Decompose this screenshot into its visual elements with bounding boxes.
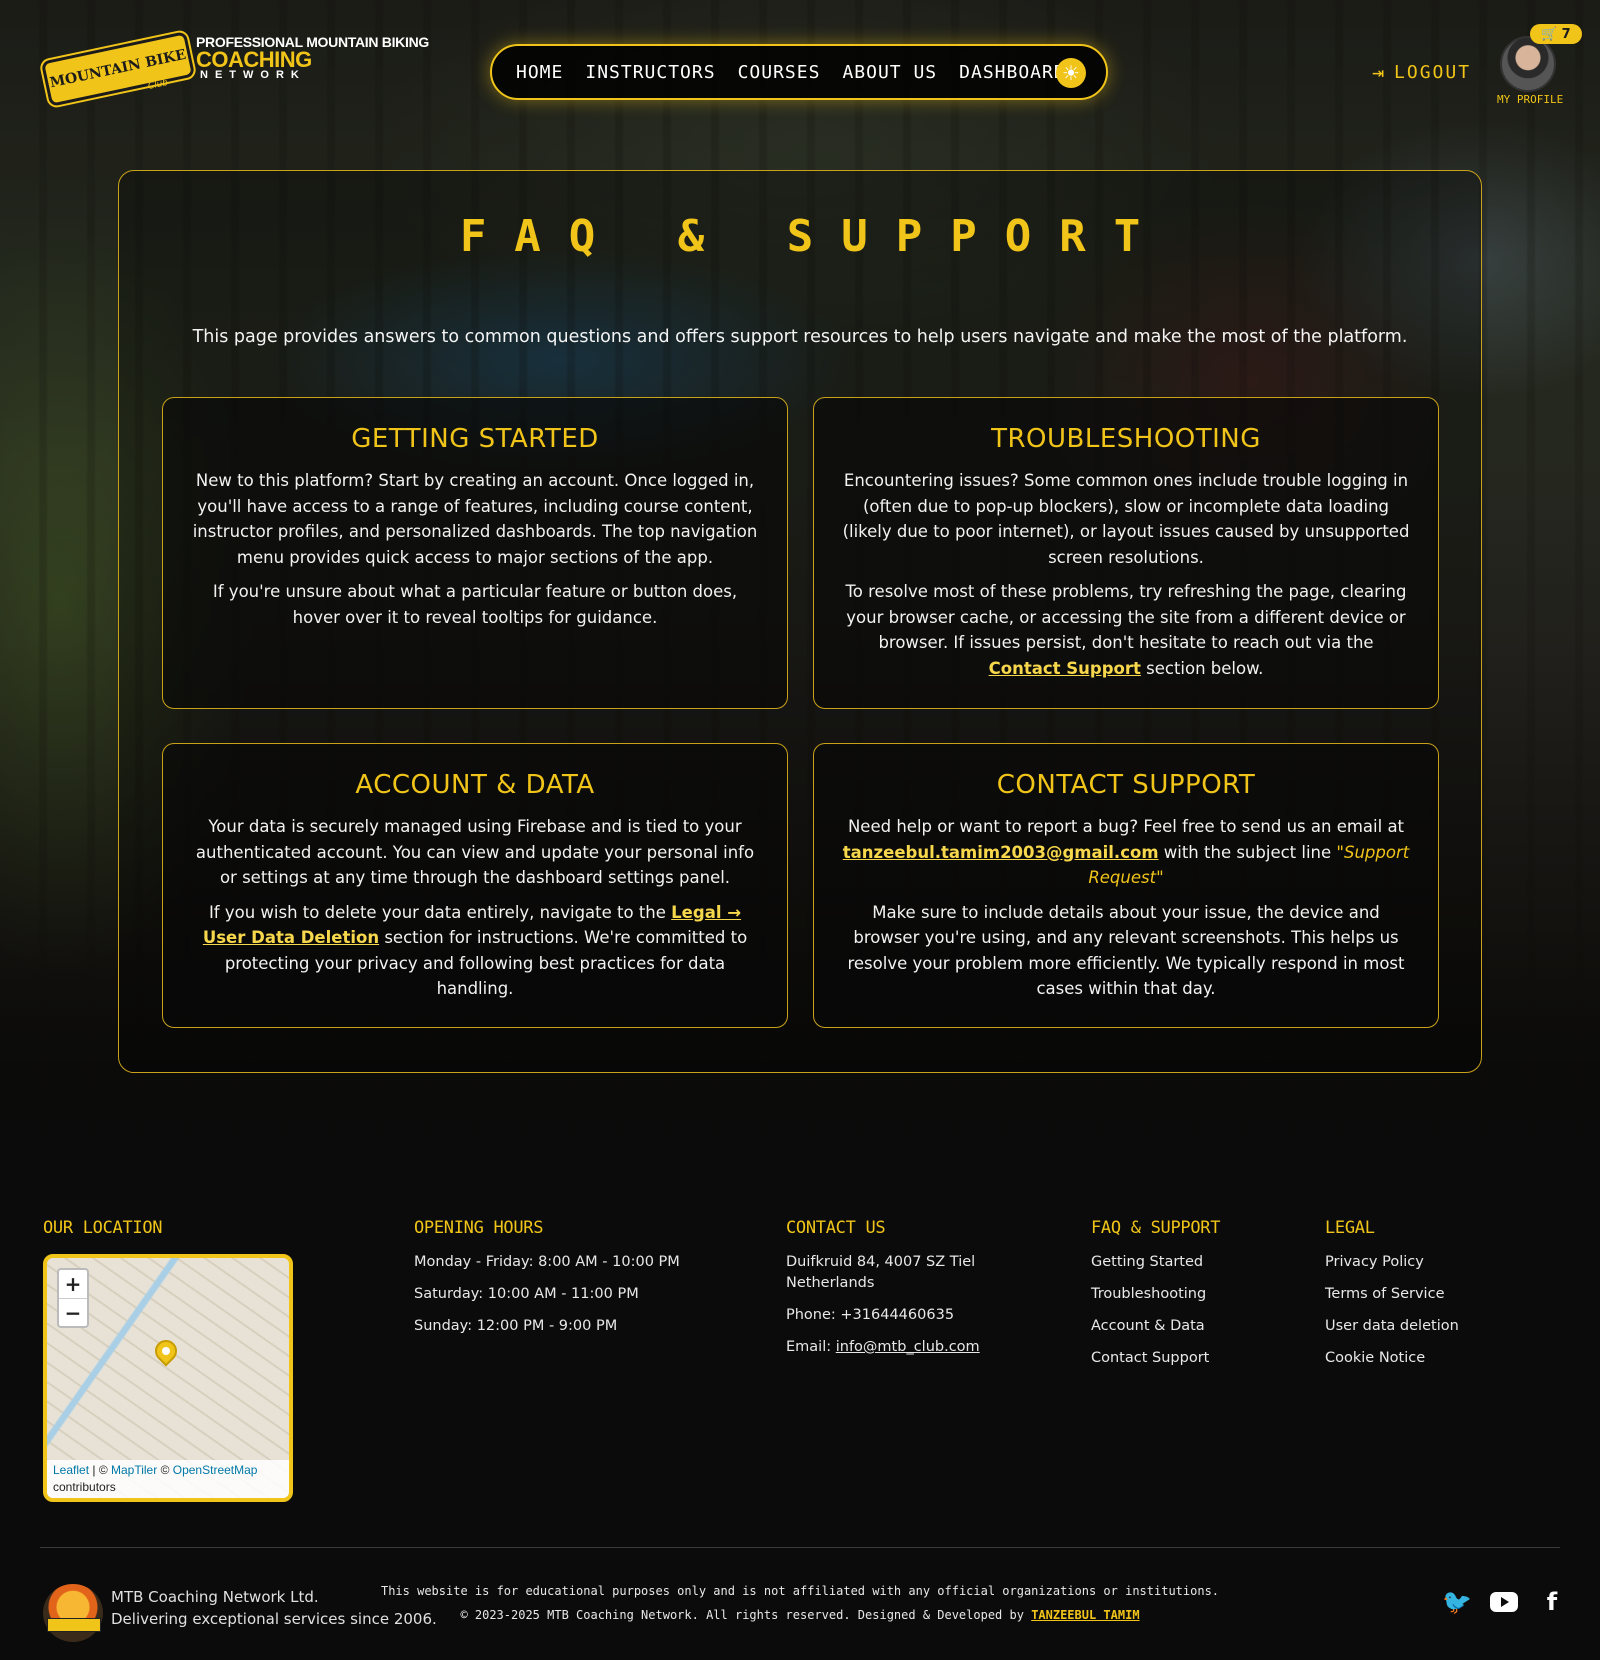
leaflet-link[interactable]: Leaflet [53,1463,89,1477]
nav-home[interactable]: HOME [516,62,563,83]
hours-item: Sunday: 12:00 PM - 9:00 PM [414,1318,618,1334]
text-segment: To resolve most of these problems, try r… [845,582,1407,652]
card-text: Your data is securely managed using Fire… [195,817,755,887]
card-contact-support: CONTACT SUPPORT Need help or want to rep… [813,743,1439,1028]
card-text: If you wish to delete your data entirely… [189,900,761,1002]
location-map[interactable]: + − Leaflet | © MapTiler © OpenStreetMap… [43,1254,293,1502]
support-email-link[interactable]: tanzeebul.tamim2003@gmail.com [843,843,1159,862]
faq-panel: FAQ & SUPPORT This page provides answers… [118,170,1482,1073]
footer-heading: LEGAL [1325,1218,1375,1238]
footer-heading: FAQ & SUPPORT [1091,1218,1221,1238]
footer-divider [40,1547,1560,1548]
footer-link-cookies[interactable]: Cookie Notice [1325,1348,1459,1369]
footer-legal: LEGAL Privacy Policy Terms of Service Us… [1325,1218,1459,1380]
card-title: GETTING STARTED [351,424,599,454]
text-segment: If you wish to delete your data entirely… [208,902,672,922]
logout-button[interactable]: ⇥ LOGOUT [1372,60,1471,84]
logo-badge: MOUNTAIN BIKE [40,31,196,107]
card-text: Make sure to include details about your … [847,902,1405,999]
footer-link-data-deletion[interactable]: User data deletion [1325,1316,1459,1337]
card-getting-started: GETTING STARTED New to this platform? St… [162,397,788,709]
maptiler-link[interactable]: MapTiler [111,1463,157,1477]
youtube-icon[interactable] [1490,1592,1518,1612]
nav-courses[interactable]: COURSES [738,62,821,83]
card-text: If you're unsure about what a particular… [212,582,738,627]
contact-email-link[interactable]: info@mtb_club.com [836,1339,980,1355]
map-zoom-control: + − [57,1268,89,1328]
card-title: CONTACT SUPPORT [996,770,1256,800]
card-text: New to this platform? Start by creating … [192,471,758,567]
designer-link[interactable]: TANZEEBUL TAMIM [1031,1608,1139,1622]
card-title: TROUBLESHOOTING [991,424,1261,454]
osm-link[interactable]: OpenStreetMap [173,1463,258,1477]
card-text: To resolve most of these problems, try r… [840,579,1412,681]
logout-label: LOGOUT [1394,61,1472,83]
text-segment: with the subject line [1158,842,1337,862]
contact-email: Email: info@mtb_club.com [786,1337,1036,1358]
footer-heading: OPENING HOURS [414,1218,544,1238]
page-title: FAQ & SUPPORT [459,211,1169,262]
cart-icon: 🛒 [1541,26,1558,42]
card-troubleshooting: TROUBLESHOOTING Encountering issues? Som… [813,397,1439,709]
nav-instructors[interactable]: INSTRUCTORS [585,62,715,83]
social-links: 🐦 f [1442,1588,1566,1616]
copyright: © 2023-2025 MTB Coaching Network. All ri… [0,1608,1600,1622]
nav-about-us[interactable]: ABOUT US [842,62,937,83]
cart-button[interactable]: 🛒 7 [1530,24,1582,44]
disclaimer: This website is for educational purposes… [380,1584,1220,1598]
footer-faq: FAQ & SUPPORT Getting Started Troublesho… [1091,1218,1220,1380]
footer-link-account-data[interactable]: Account & Data [1091,1316,1220,1337]
nav-dashboard[interactable]: DASHBOARD [959,62,1066,83]
text-segment: Need help or want to report a bug? Feel … [847,817,1405,836]
avatar[interactable] [1500,36,1556,92]
card-account-data: ACCOUNT & DATA Your data is securely man… [162,743,788,1028]
hours-item: Saturday: 10:00 AM - 11:00 PM [414,1286,639,1302]
facebook-icon[interactable]: f [1538,1588,1566,1616]
text-segment: | © [89,1463,111,1477]
footer-link-troubleshooting[interactable]: Troubleshooting [1091,1284,1220,1305]
logout-icon: ⇥ [1372,60,1387,84]
contact-support-link[interactable]: Contact Support [989,659,1141,678]
site-header: MOUNTAIN BIKE Club PROFESSIONAL MOUNTAIN… [0,0,1600,120]
logo-network: NETWORK [200,69,306,81]
footer-heading: CONTACT US [786,1218,886,1238]
site-logo[interactable]: MOUNTAIN BIKE Club PROFESSIONAL MOUNTAIN… [40,30,444,110]
twitter-icon[interactable]: 🐦 [1442,1588,1472,1616]
copyright-text: © 2023-2025 MTB Coaching Network. All ri… [460,1608,1032,1622]
card-title: ACCOUNT & DATA [355,770,595,800]
zoom-in-button[interactable]: + [59,1270,87,1298]
footer-link-contact-support[interactable]: Contact Support [1091,1348,1220,1369]
hours-item: Monday - Friday: 8:00 AM - 10:00 PM [414,1254,680,1270]
cart-count: 7 [1561,26,1571,42]
footer-heading: OUR LOCATION [43,1218,163,1238]
card-text: Need help or want to report a bug? Feel … [840,814,1412,891]
footer-location: OUR LOCATION + − Leaflet | © MapTiler © … [43,1218,293,1502]
text-segment: © [157,1463,173,1477]
map-pin-icon[interactable] [150,1335,182,1367]
page-intro: This page provides answers to common que… [192,327,1408,347]
zoom-out-button[interactable]: − [59,1298,87,1326]
footer-link-privacy[interactable]: Privacy Policy [1325,1252,1459,1273]
map-attribution: Leaflet | © MapTiler © OpenStreetMap con… [47,1460,289,1498]
contact-phone: Phone: +31644460635 [786,1307,955,1323]
site-footer: OUR LOCATION + − Leaflet | © MapTiler © … [0,1160,1600,1660]
email-label: Email: [786,1339,836,1355]
card-text: Encountering issues? Some common ones in… [842,471,1410,567]
footer-link-getting-started[interactable]: Getting Started [1091,1252,1220,1273]
footer-hours: OPENING HOURS Monday - Friday: 8:00 AM -… [414,1218,680,1348]
sun-icon[interactable]: ☀ [1056,58,1086,88]
main-nav: HOME INSTRUCTORS COURSES ABOUT US DASHBO… [490,44,1108,100]
footer-link-terms[interactable]: Terms of Service [1325,1284,1459,1305]
my-profile-link[interactable]: MY PROFILE [1497,93,1563,106]
footer-contact: CONTACT US Duifkruid 84, 4007 SZ Tiel Ne… [786,1218,1036,1369]
text-segment: contributors [53,1480,116,1494]
text-segment: section below. [1140,658,1264,678]
contact-address: Duifkruid 84, 4007 SZ Tiel Netherlands [786,1254,976,1291]
